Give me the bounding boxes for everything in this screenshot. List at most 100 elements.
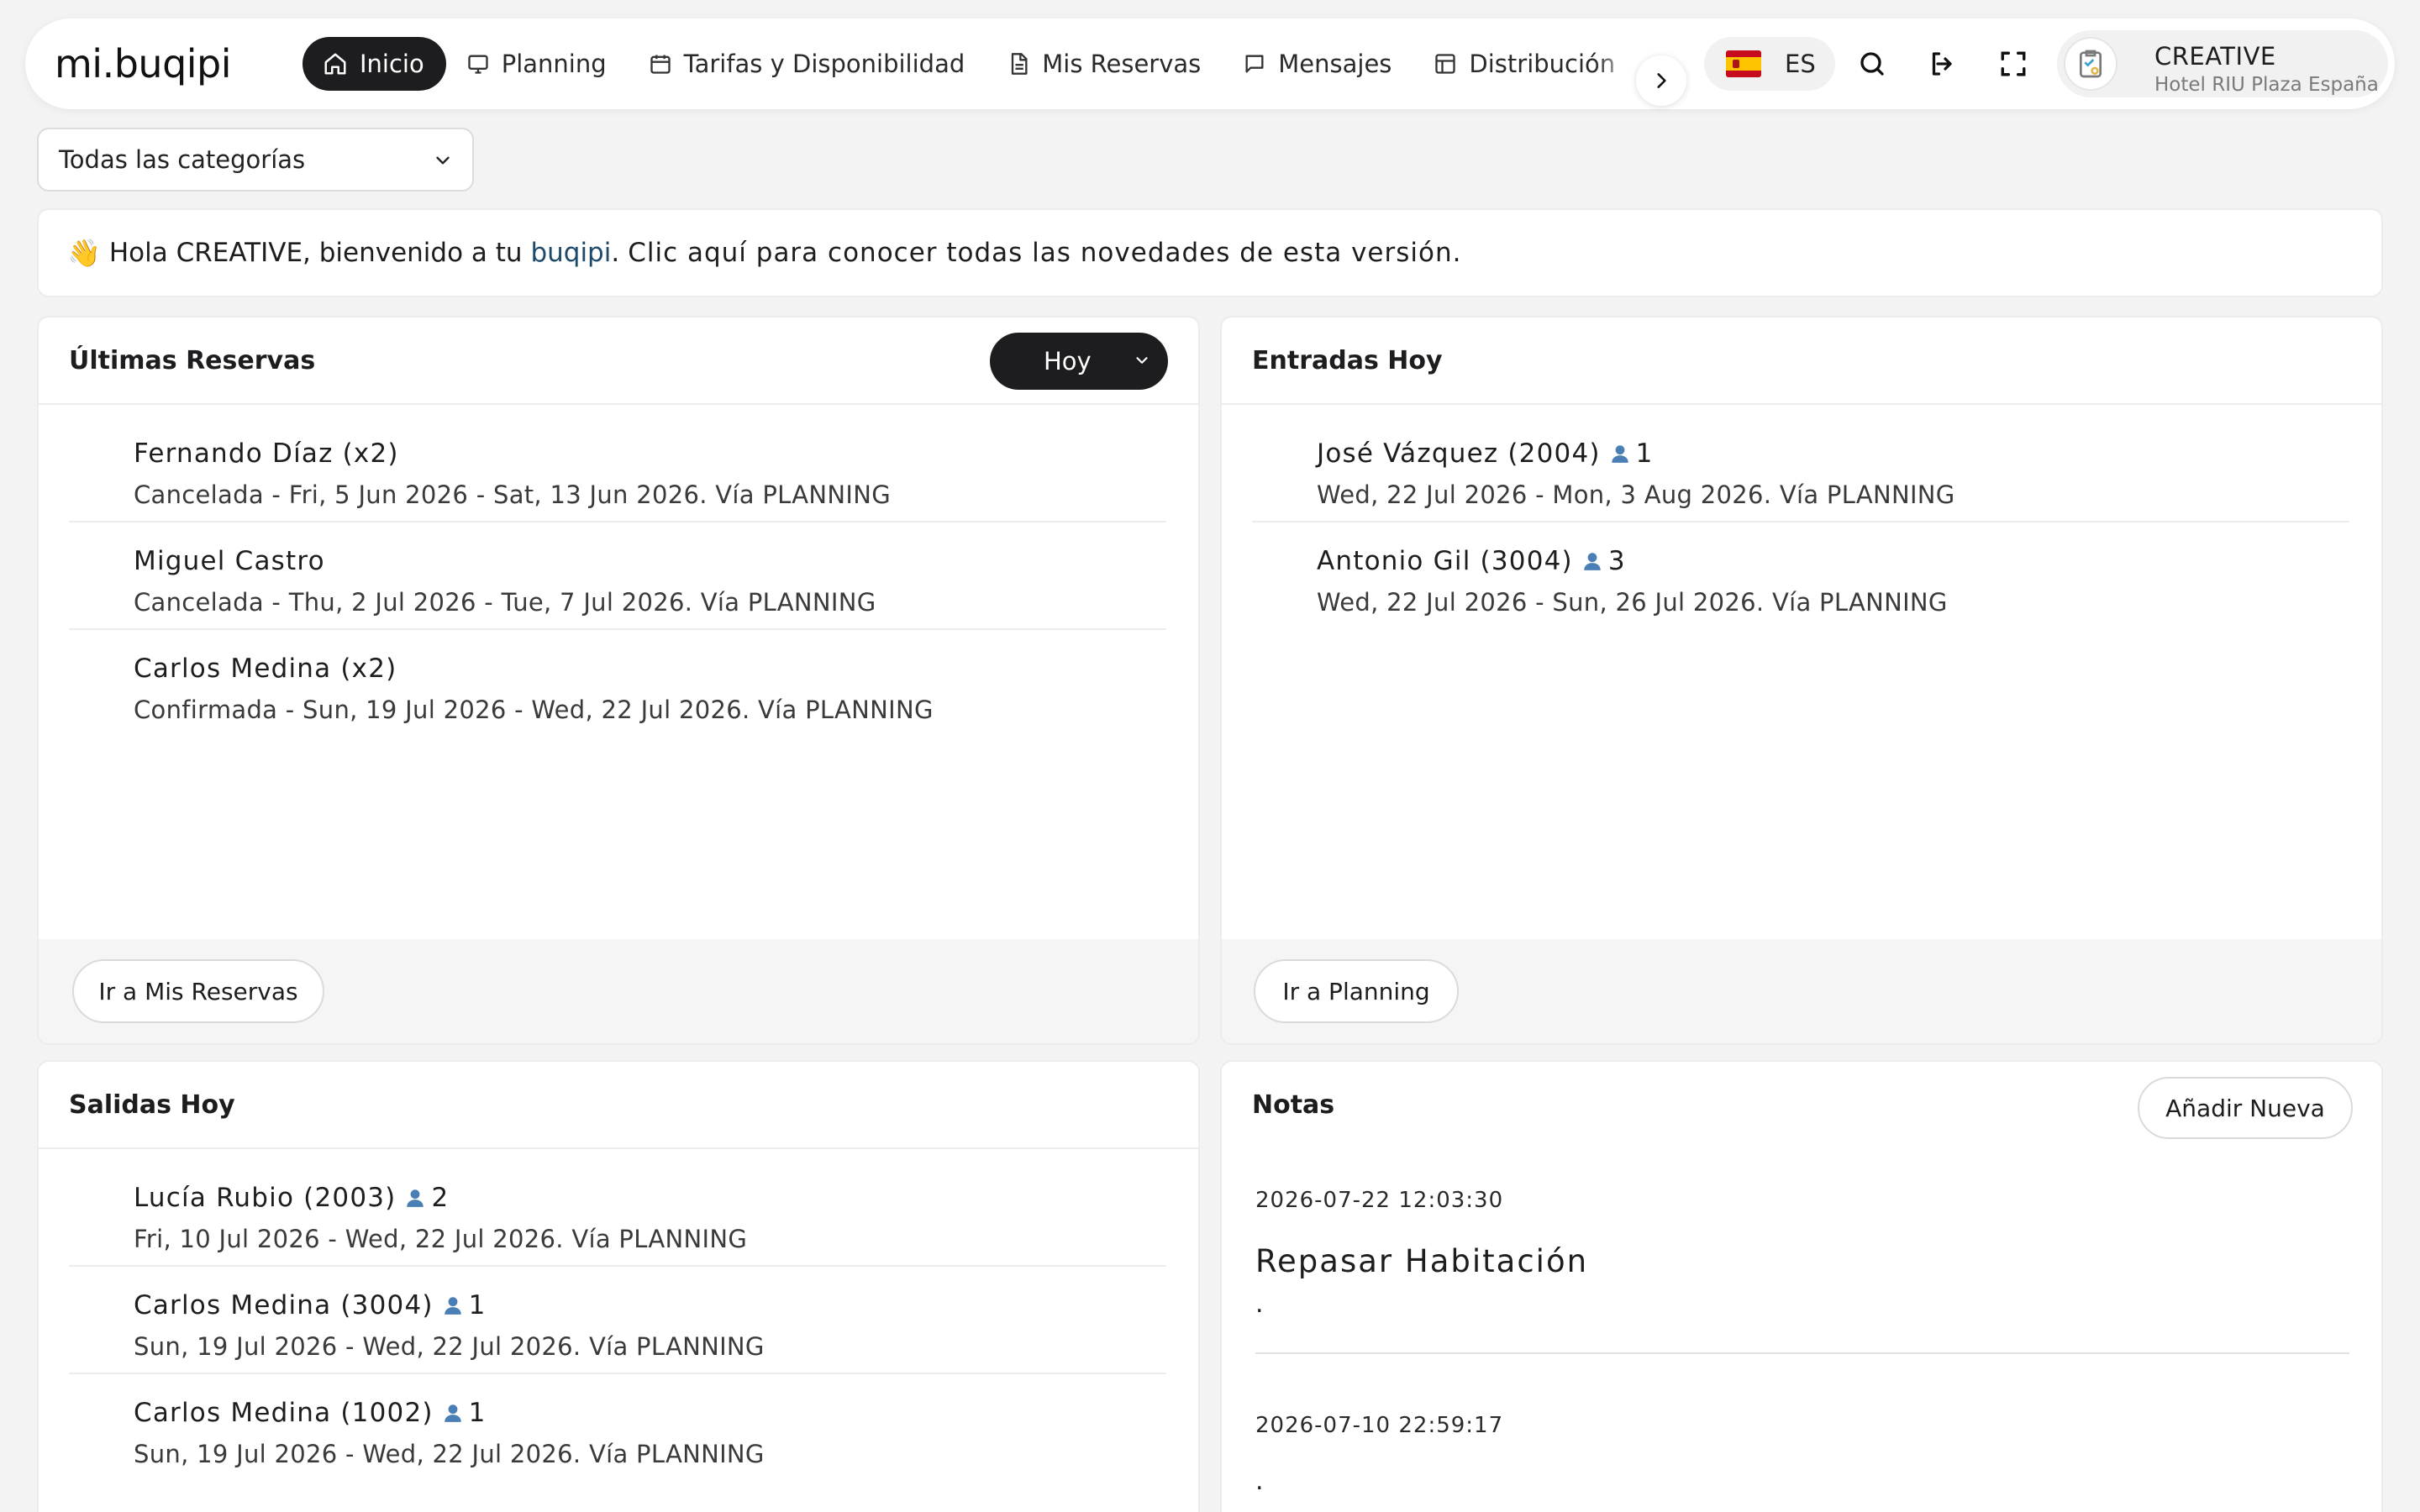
card-header: Notas Añadir Nueva [1222, 1062, 2381, 1149]
nav-item-inicio[interactable]: Inicio [302, 37, 446, 91]
chevron-down-icon [432, 150, 454, 171]
welcome-greeting: Hola CREATIVE, bienvenido a tu [108, 238, 531, 268]
nav-label: Distribución [1469, 50, 1616, 78]
list-item[interactable]: Carlos Medina (x2) Confirmada - Sun, 19 … [69, 630, 1166, 738]
departures-list: Lucía Rubio (2003) 2 Fri, 10 Jul 2026 - … [69, 1159, 1166, 1482]
person-icon [1611, 445, 1628, 463]
document-icon [1007, 52, 1030, 76]
person-icon [407, 1189, 424, 1207]
list-item[interactable]: Antonio Gil (3004) 3 Wed, 22 Jul 2026 - … [1252, 522, 2349, 630]
guest-count-value: 1 [468, 1398, 487, 1428]
top-navigation-bar: mi.buqipi Inicio Planning Tarifas y Disp… [25, 18, 2395, 109]
nav-item-mensajes[interactable]: Mensajes [1223, 37, 1413, 91]
departures-today-card: Salidas Hoy Lucía Rubio (2003) 2 Fri, 10… [37, 1060, 1200, 1512]
welcome-brand: buqipi [530, 238, 612, 268]
nav-item-tarifas[interactable]: Tarifas y Disponibilidad [629, 37, 987, 91]
guest-count: 3 [1581, 546, 1626, 576]
guest-name: Antonio Gil (3004) [1317, 546, 1573, 576]
welcome-period: . [611, 238, 620, 268]
fullscreen-icon [2001, 51, 2026, 76]
guest-count: 2 [404, 1183, 449, 1213]
person-icon [444, 1404, 461, 1422]
booking-guest-name: Carlos Medina (x2) [134, 654, 397, 684]
logout-icon [1932, 52, 1952, 76]
add-note-button[interactable]: Añadir Nueva [2138, 1077, 2353, 1139]
list-item[interactable]: José Vázquez (2004) 1 Wed, 22 Jul 2026 -… [1252, 415, 2349, 522]
list-item[interactable]: Carlos Medina (3004) 1 Sun, 19 Jul 2026 … [69, 1267, 1166, 1374]
arrivals-today-card: Entradas Hoy José Vázquez (2004) 1 Wed, … [1220, 316, 2383, 1045]
card-header: Entradas Hoy [1222, 318, 2381, 405]
category-select-value: Todas las categorías [59, 145, 306, 174]
departure-detail: Fri, 10 Jul 2026 - Wed, 22 Jul 2026. Vía… [134, 1225, 748, 1253]
arrival-detail: Wed, 22 Jul 2026 - Mon, 3 Aug 2026. Vía … [1317, 480, 1955, 509]
avatar [2064, 37, 2118, 91]
departure-guest: Carlos Medina (1002) 1 [134, 1398, 487, 1428]
card-title: Salidas Hoy [69, 1090, 235, 1120]
welcome-news-link[interactable]: Clic aquí para conocer todas las novedad… [628, 238, 1461, 268]
nav-item-planning[interactable]: Planning [446, 37, 629, 91]
user-name: CREATIVE [2154, 42, 2276, 71]
person-icon [1584, 553, 1601, 570]
logout-button[interactable] [1923, 44, 1963, 84]
go-to-bookings-button[interactable]: Ir a Mis Reservas [72, 959, 324, 1023]
search-button[interactable] [1852, 44, 1892, 84]
monitor-icon [466, 52, 490, 76]
nav-label: Tarifas y Disponibilidad [683, 50, 965, 78]
category-select[interactable]: Todas las categorías [37, 128, 474, 192]
message-icon [1243, 52, 1266, 76]
guest-count-value: 1 [468, 1290, 487, 1320]
card-title: Notas [1252, 1090, 1335, 1120]
guest-count-value: 3 [1607, 546, 1626, 576]
list-item[interactable]: Miguel Castro Cancelada - Thu, 2 Jul 202… [69, 522, 1166, 630]
departure-guest: Carlos Medina (3004) 1 [134, 1290, 487, 1320]
booking-guest-name: Fernando Díaz (x2) [134, 438, 399, 469]
note-item[interactable]: 2026-07-22 12:03:30 Repasar Habitación . [1255, 1188, 2349, 1354]
latest-bookings-list: Fernando Díaz (x2) Cancelada - Fri, 5 Ju… [69, 415, 1166, 738]
clipboard-icon [2080, 50, 2102, 78]
home-icon [323, 51, 348, 76]
wave-emoji: 👋 [67, 237, 101, 269]
search-icon [1860, 52, 1884, 76]
nav-item-mis-reservas[interactable]: Mis Reservas [986, 37, 1223, 91]
card-footer: Ir a Mis Reservas [39, 939, 1198, 1043]
note-date: 2026-07-10 22:59:17 [1255, 1413, 1504, 1438]
chevron-down-icon [1133, 351, 1151, 370]
guest-name: Carlos Medina (1002) [134, 1398, 434, 1428]
chevron-right-icon [1657, 73, 1666, 88]
departure-detail: Sun, 19 Jul 2026 - Wed, 22 Jul 2026. Vía… [134, 1332, 765, 1361]
app-logo[interactable]: mi.buqipi [55, 40, 232, 87]
guest-name: José Vázquez (2004) [1317, 438, 1601, 469]
nav-label: Mis Reservas [1042, 50, 1202, 78]
period-filter-dropdown[interactable]: Hoy [990, 333, 1168, 390]
booking-detail: Confirmada - Sun, 19 Jul 2026 - Wed, 22 … [134, 696, 934, 724]
arrivals-list: José Vázquez (2004) 1 Wed, 22 Jul 2026 -… [1252, 415, 2349, 630]
user-hotel: Hotel RIU Plaza España [2154, 74, 2379, 96]
note-body: . [1255, 1289, 1264, 1319]
language-selector[interactable]: ES [1704, 37, 1835, 91]
go-to-planning-button[interactable]: Ir a Planning [1254, 959, 1459, 1023]
list-item[interactable]: Fernando Díaz (x2) Cancelada - Fri, 5 Ju… [69, 415, 1166, 522]
note-body: . [1255, 1467, 1264, 1496]
fullscreen-button[interactable] [1993, 44, 2033, 84]
list-item[interactable]: Carlos Medina (1002) 1 Sun, 19 Jul 2026 … [69, 1374, 1166, 1482]
card-title: Últimas Reservas [69, 346, 316, 375]
booking-guest-name: Miguel Castro [134, 546, 325, 576]
layout-icon [1434, 52, 1457, 76]
departure-guest: Lucía Rubio (2003) 2 [134, 1183, 449, 1213]
list-item[interactable]: Lucía Rubio (2003) 2 Fri, 10 Jul 2026 - … [69, 1159, 1166, 1267]
booking-detail: Cancelada - Fri, 5 Jun 2026 - Sat, 13 Ju… [134, 480, 891, 509]
welcome-banner[interactable]: 👋 Hola CREATIVE, bienvenido a tu buqipi … [37, 208, 2383, 297]
nav-scroll-next-button[interactable] [1636, 55, 1686, 106]
user-menu[interactable]: CREATIVE Hotel RIU Plaza España [2057, 30, 2388, 97]
calendar-icon [649, 52, 672, 76]
guest-name: Carlos Medina (3004) [134, 1290, 434, 1320]
guest-count: 1 [1609, 438, 1654, 469]
main-nav: Inicio Planning Tarifas y Disponibilidad… [302, 18, 1654, 109]
note-item[interactable]: 2026-07-10 22:59:17 . [1255, 1413, 2349, 1496]
booking-detail: Cancelada - Thu, 2 Jul 2026 - Tue, 7 Jul… [134, 588, 876, 617]
guest-count-value: 1 [1635, 438, 1654, 469]
nav-label: Mensajes [1278, 50, 1392, 78]
note-date: 2026-07-22 12:03:30 [1255, 1188, 1504, 1213]
card-header: Últimas Reservas Hoy [39, 318, 1198, 405]
guest-count: 1 [442, 1290, 487, 1320]
